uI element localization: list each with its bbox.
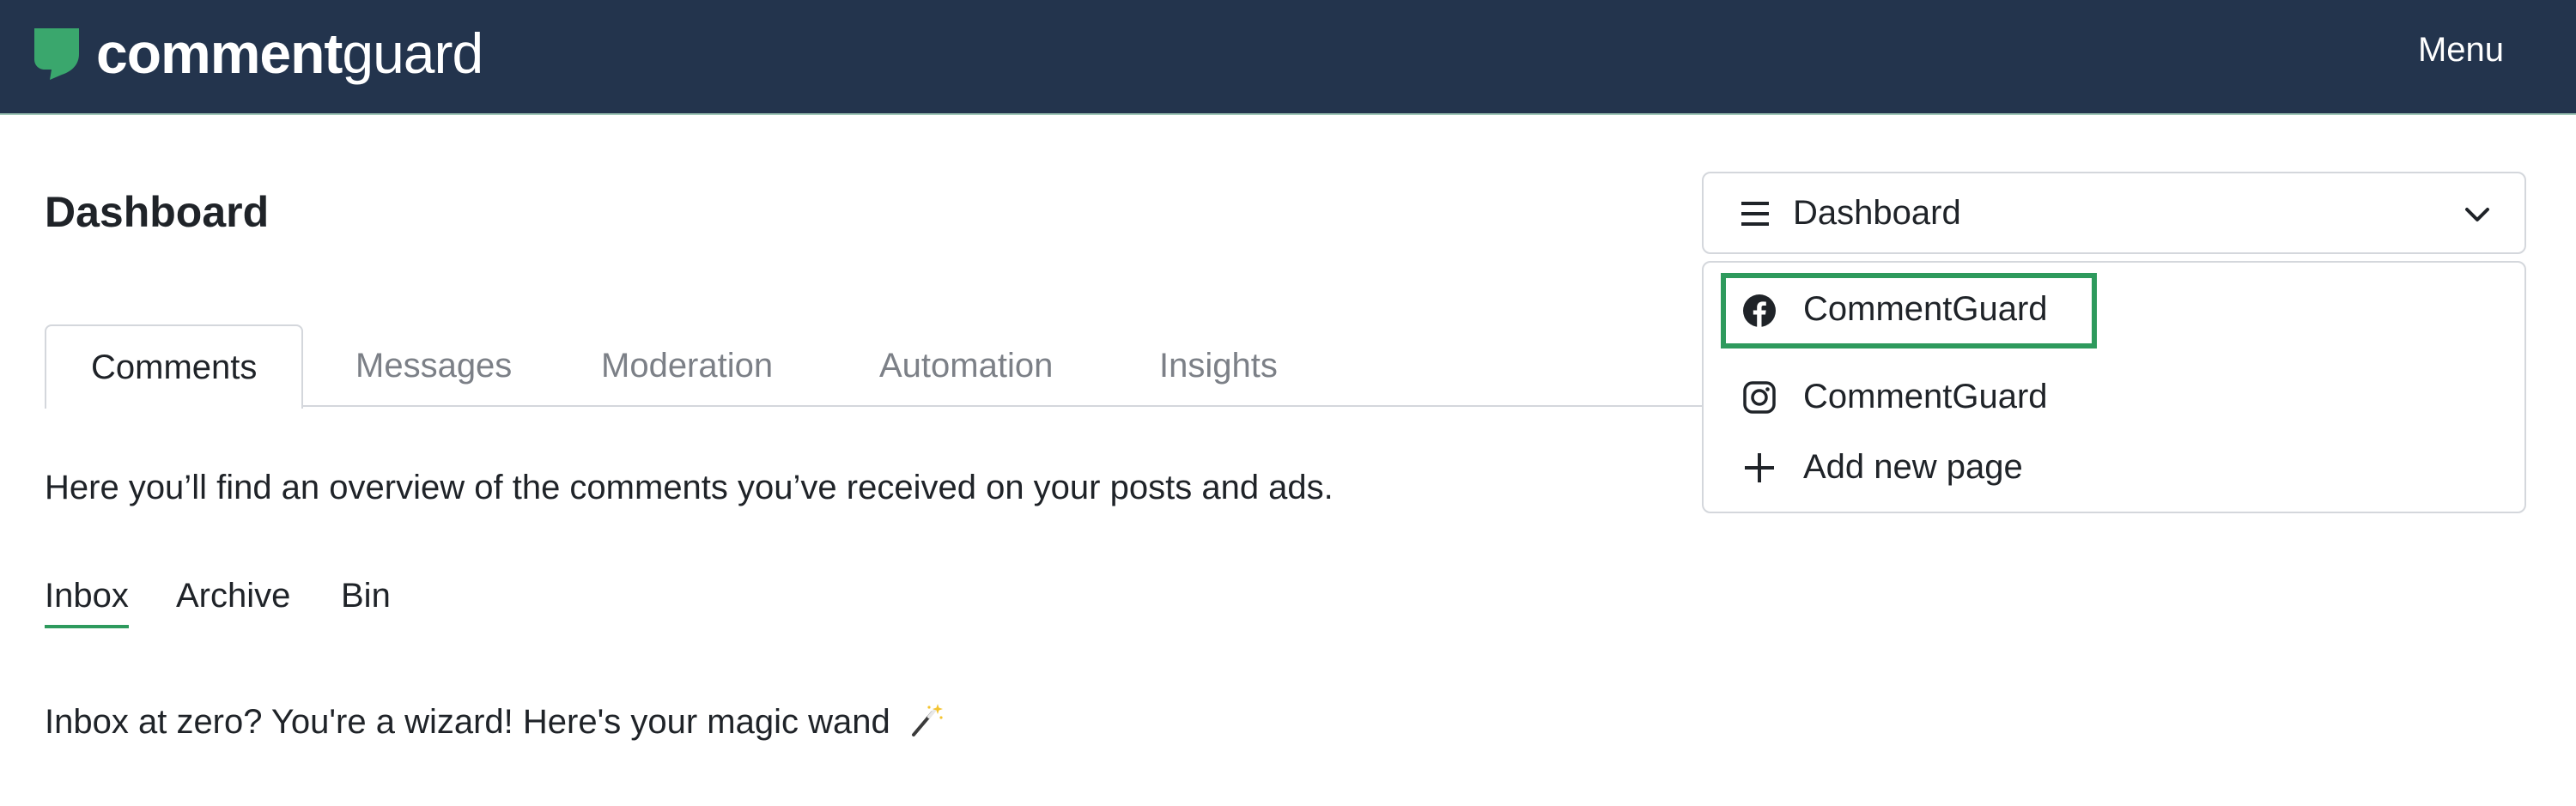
brand-name: commentguard [96, 21, 483, 85]
tab-comments[interactable]: Comments [45, 324, 304, 409]
logo-mark-icon [34, 28, 79, 80]
page-select[interactable]: Dashboard [1702, 172, 2526, 254]
tab-automation[interactable]: Automation [879, 324, 1053, 407]
top-navbar: commentguard Menu [0, 0, 2576, 115]
empty-state: Inbox at zero? You're a wizard! Here's y… [45, 702, 945, 742]
chevron-down-icon [2465, 208, 2489, 221]
page-title: Dashboard [45, 188, 270, 236]
menu-button[interactable]: Menu [2418, 31, 2504, 70]
empty-state-text: Inbox at zero? You're a wizard! Here's y… [45, 703, 890, 741]
page-select-value: Dashboard [1793, 194, 1961, 232]
tab-insights[interactable]: Insights [1159, 324, 1278, 407]
dropdown-item-label: Add new page [1803, 448, 2023, 486]
hamburger-icon [1741, 202, 1769, 226]
dropdown-item-add-new-page[interactable]: Add new page [1704, 434, 2476, 503]
tab-messages[interactable]: Messages [355, 324, 512, 407]
magic-wand-icon [911, 704, 943, 736]
subtab-inbox[interactable]: Inbox [45, 577, 129, 628]
main-tabs: Comments Messages Moderation Automation … [45, 324, 2535, 409]
commentguard-logo[interactable]: commentguard [31, 19, 483, 88]
dropdown-item-label: CommentGuard [1803, 290, 2048, 328]
plus-icon [1745, 453, 1774, 482]
page-description: Here you’ll find an overview of the comm… [45, 469, 1334, 506]
tab-moderation[interactable]: Moderation [601, 324, 773, 407]
subtab-bin[interactable]: Bin [341, 577, 391, 615]
facebook-icon [1743, 294, 1776, 327]
subtab-archive[interactable]: Archive [176, 577, 290, 615]
